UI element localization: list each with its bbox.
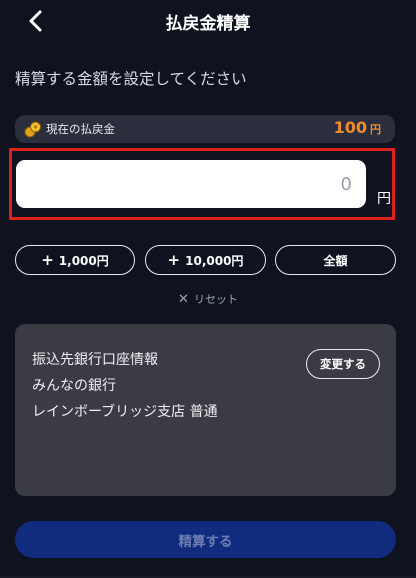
bank-account-card: 振込先銀行口座情報 みんなの銀行 レインボーブリッジ支店 普通 変更する (15, 324, 396, 496)
add-1000-label: 1,000円 (58, 253, 109, 268)
instruction-text: 精算する金額を設定してください (15, 70, 247, 88)
plus-icon: + (41, 251, 54, 269)
add-10000-label: 10,000円 (185, 253, 244, 268)
balance-label: 現在の払戻金 (46, 122, 115, 136)
submit-button[interactable]: 精算する (15, 521, 396, 558)
balance-value: 100 円 (334, 118, 381, 137)
coins-icon: ¥ (24, 121, 41, 138)
full-amount-button[interactable]: 全額 (275, 245, 396, 275)
amount-input[interactable] (16, 160, 366, 208)
add-1000-button[interactable]: + 1,000円 (15, 245, 135, 275)
amount-unit: 円 (377, 191, 391, 207)
add-10000-button[interactable]: + 10,000円 (145, 245, 266, 275)
balance-unit: 円 (370, 123, 381, 136)
current-balance-bar: ¥ 現在の払戻金 100 円 (15, 115, 395, 143)
svg-text:¥: ¥ (33, 124, 38, 132)
bank-name: みんなの銀行 (32, 378, 116, 394)
full-amount-label: 全額 (323, 253, 348, 268)
reset-label: リセット (193, 293, 238, 306)
reset-button[interactable]: ✕ リセット (0, 291, 416, 307)
bank-branch: レインボーブリッジ支店 普通 (32, 404, 218, 420)
header: 払戻金精算 (0, 0, 416, 40)
close-icon: ✕ (178, 292, 189, 307)
plus-icon: + (167, 251, 181, 269)
change-bank-button[interactable]: 変更する (306, 349, 380, 379)
bank-heading: 振込先銀行口座情報 (32, 352, 158, 368)
page-title: 払戻金精算 (165, 14, 251, 34)
balance-amount: 100 (333, 118, 367, 137)
